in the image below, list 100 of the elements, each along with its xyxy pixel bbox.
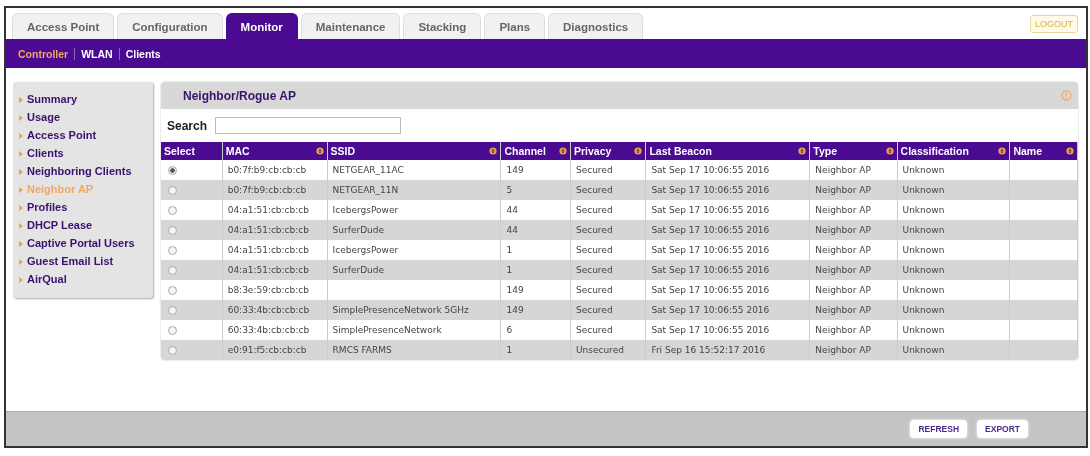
bullet-icon	[19, 205, 23, 211]
table-cell: Secured	[575, 165, 613, 175]
table-cell: Sat Sep 17 10:06:55 2016	[651, 325, 770, 335]
radio-button[interactable]	[168, 166, 177, 175]
table-cell: 149	[506, 165, 524, 175]
radio-button[interactable]	[168, 186, 177, 195]
column-header[interactable]: MAC	[222, 142, 328, 160]
table-cell: Neighbor AP	[815, 305, 871, 315]
table-cell: 44	[506, 225, 518, 235]
radio-button[interactable]	[168, 206, 177, 215]
table-cell: RMCS FARMS	[332, 345, 392, 355]
table-cell: Unknown	[902, 325, 945, 335]
table-cell: Neighbor AP	[815, 245, 871, 255]
table-cell: Fri Sep 16 15:52:17 2016	[651, 345, 766, 355]
table-cell: Neighbor AP	[815, 225, 871, 235]
nav-tab[interactable]: Plans	[484, 13, 546, 39]
table-cell: Unknown	[902, 245, 945, 255]
table-cell: Unknown	[902, 165, 945, 175]
column-header[interactable]: Channel	[500, 142, 571, 160]
table-cell: 1	[506, 245, 513, 255]
radio-button[interactable]	[168, 266, 177, 275]
sort-icon	[798, 147, 807, 155]
nav-tab[interactable]: Monitor	[225, 13, 298, 39]
sidebar-item[interactable]: Neighboring Clients	[27, 164, 132, 178]
table-cell: b8:3e:59:cb:cb:cb	[227, 285, 309, 295]
table-cell: Unknown	[902, 345, 945, 355]
table-cell: Sat Sep 17 10:06:55 2016	[651, 265, 770, 275]
table-cell: IcebergsPower	[332, 205, 399, 215]
sort-icon	[315, 147, 324, 155]
table-cell: Neighbor AP	[815, 265, 871, 275]
subnav-link[interactable]: Clients	[125, 47, 161, 60]
table-cell: 149	[506, 305, 524, 315]
table-cell: b0:7f:b9:cb:cb:cb	[227, 165, 307, 175]
help-icon[interactable]	[1061, 90, 1072, 101]
column-header[interactable]: Name	[1009, 142, 1078, 160]
sort-icon	[489, 147, 498, 155]
table-cell: 04:a1:51:cb:cb:cb	[227, 205, 309, 215]
subnav-link[interactable]: Controller	[18, 47, 69, 60]
table-cell: Secured	[575, 265, 613, 275]
table-cell: Secured	[575, 245, 613, 255]
table-cell: 04:a1:51:cb:cb:cb	[227, 265, 309, 275]
nav-tab[interactable]: Stacking	[403, 13, 482, 39]
bullet-icon	[19, 133, 23, 139]
bullet-icon	[19, 97, 23, 103]
sidebar-item[interactable]: Summary	[27, 92, 78, 106]
table-cell: 04:a1:51:cb:cb:cb	[227, 225, 309, 235]
sort-icon	[885, 147, 894, 155]
table-cell: Secured	[575, 205, 613, 215]
table-cell: Secured	[575, 305, 613, 315]
sidebar-item[interactable]: Access Point	[27, 128, 97, 142]
table-cell: NETGEAR_11N	[332, 185, 399, 195]
column-header[interactable]: Last Beacon	[645, 142, 810, 160]
nav-tab[interactable]: Diagnostics	[548, 13, 644, 39]
table-cell: Secured	[575, 325, 613, 335]
export-button[interactable]: EXPORT	[977, 420, 1028, 438]
sort-icon	[1066, 147, 1074, 155]
nav-tab[interactable]: Configuration	[117, 13, 223, 39]
table-cell: Unsecured	[575, 345, 624, 355]
radio-button[interactable]	[168, 306, 177, 315]
table-cell: Unknown	[902, 185, 945, 195]
table-cell: 1	[506, 265, 513, 275]
table-cell: Unknown	[902, 305, 945, 315]
search-label: Search	[167, 118, 208, 133]
sidebar-item[interactable]: Guest Email List	[27, 254, 114, 268]
radio-button[interactable]	[168, 246, 177, 255]
column-header[interactable]: Classification	[897, 142, 1010, 160]
table-cell: Neighbor AP	[815, 205, 871, 215]
search-field[interactable]	[215, 117, 402, 134]
radio-button[interactable]	[168, 226, 177, 235]
table-cell: Sat Sep 17 10:06:55 2016	[651, 285, 770, 295]
table-cell: 6	[506, 325, 513, 335]
table-cell: Sat Sep 17 10:06:55 2016	[651, 305, 770, 315]
sidebar-item[interactable]: Clients	[27, 146, 64, 160]
refresh-button[interactable]: REFRESH	[910, 420, 968, 438]
sidebar-item[interactable]: Profiles	[27, 200, 68, 214]
table-cell: Neighbor AP	[815, 345, 871, 355]
table-cell: Neighbor AP	[815, 285, 871, 295]
sidebar-item[interactable]: AirQual	[27, 272, 67, 286]
radio-button[interactable]	[168, 326, 177, 335]
sort-icon	[558, 147, 567, 155]
sidebar-item[interactable]: Usage	[27, 110, 61, 124]
table-cell: Unknown	[902, 285, 945, 295]
table-cell: Unknown	[902, 205, 945, 215]
radio-button[interactable]	[168, 346, 177, 355]
table-cell: NETGEAR_11AC	[332, 165, 404, 175]
table-cell: Sat Sep 17 10:06:55 2016	[651, 225, 770, 235]
column-header[interactable]: SSID	[327, 142, 501, 160]
sort-icon	[998, 147, 1007, 155]
column-header[interactable]: Type	[809, 142, 898, 160]
column-header[interactable]: Privacy	[570, 142, 646, 160]
table-cell: Neighbor AP	[815, 325, 871, 335]
sidebar-item[interactable]: DHCP Lease	[27, 218, 93, 232]
radio-button[interactable]	[168, 286, 177, 295]
sidebar-item[interactable]: Captive Portal Users	[27, 236, 135, 250]
nav-tab[interactable]: Access Point	[12, 13, 115, 39]
table-cell: SurferDude	[332, 225, 385, 235]
column-header[interactable]: Select	[161, 142, 223, 160]
nav-tab[interactable]: Maintenance	[300, 13, 401, 39]
bullet-icon	[19, 187, 23, 193]
subnav-link[interactable]: WLAN	[81, 47, 113, 60]
